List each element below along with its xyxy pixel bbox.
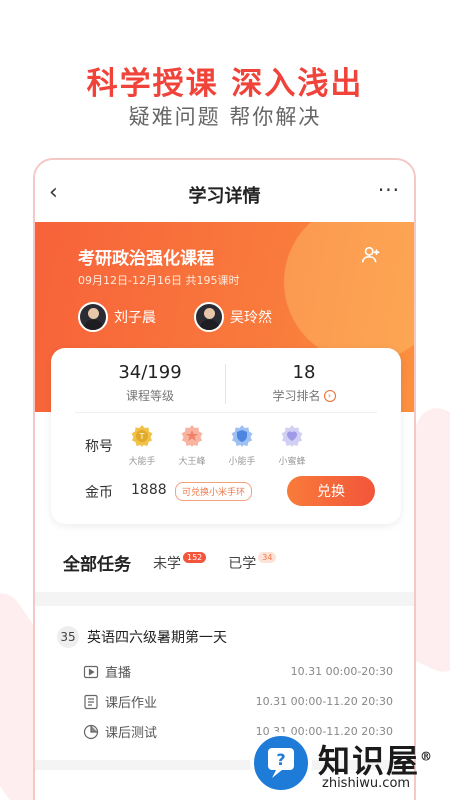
chevron-right-icon[interactable]: › [323,389,336,402]
play-icon [83,665,99,678]
learned-count-badge: 34 [258,552,277,563]
task-time: 10.31 00:00-11.20 20:30 [255,695,393,708]
titles-label: 称号 [85,439,113,455]
page-title: 学习详情 [188,186,261,207]
homework-icon [84,694,98,709]
task-name: 课后测试 [105,726,158,741]
badge-item[interactable]: 小蜜蜂 [273,424,311,467]
course-title: 考研政治强化课程 [78,249,214,269]
tab-label: 已学 [228,555,257,572]
coins-label: 金币 [85,485,113,501]
avatar [78,302,108,332]
task-time: 10.31 00:00-20:30 [290,665,393,678]
tab-all-tasks[interactable]: 全部任务 [63,550,131,575]
study-rank-stat[interactable]: 18 学习排名 › [229,362,379,404]
teacher-item[interactable]: 吴玲然 [194,302,272,332]
course-level-stat: 34/199 课程等级 [75,362,225,404]
badge-item[interactable]: T 大能手 [123,424,161,467]
course-dates: 09月12日-12月16日 共195课时 [78,274,240,287]
nav-bar: ‹ 学习详情 ··· [35,160,414,222]
day-number: 35 [57,626,79,648]
exchange-button[interactable]: 兑换 [287,476,375,506]
unlearned-count-badge: 152 [183,552,207,563]
stat-divider [225,364,226,404]
teacher-list: 刘子晨 吴玲然 [78,302,272,332]
heart-medal-icon [281,425,303,447]
section-divider [35,592,414,606]
task-tabs: 全部任务 未学 152 已学 34 [63,550,277,575]
tab-unlearned[interactable]: 未学 152 [153,552,207,573]
course-level-value: 34/199 [118,362,182,383]
watermark-logo-icon: ? [250,732,312,794]
badge-name: 大能手 [128,457,156,467]
task-item-live[interactable]: 直播 10.31 00:00-20:30 [83,662,393,681]
tab-label: 未学 [153,555,181,572]
hero-subtitle: 疑难问题 帮你解决 [128,105,322,129]
course-level-label: 课程等级 [125,389,174,403]
test-icon [83,724,99,739]
badge-list: T 大能手 大王峰 小能手 小蜜蜂 [123,424,311,467]
divider [75,412,377,413]
add-user-icon[interactable] [360,244,382,266]
avatar [194,302,224,332]
exchange-tag: 可兑换小米手环 [175,482,253,501]
hero-title: 科学授课 深入浅出 [86,66,364,102]
badge-item[interactable]: 大王峰 [173,424,211,467]
shield-medal-icon [231,425,253,447]
teacher-item[interactable]: 刘子晨 [78,302,156,332]
task-name: 直播 [105,666,132,681]
task-day-header: 35 英语四六级暑期第一天 [57,626,227,648]
coins-value: 1888 [131,482,167,498]
more-button[interactable]: ··· [378,178,400,202]
svg-text:?: ? [276,750,285,769]
teacher-name: 吴玲然 [230,310,272,326]
study-rank-label: 学习排名 [272,389,321,403]
stats-card: 34/199 课程等级 18 学习排名 › 称号 T 大能手 大王峰 小能手 小… [51,348,401,524]
task-item-homework[interactable]: 课后作业 10.31 00:00-11.20 20:30 [83,692,393,711]
teacher-name: 刘子晨 [114,310,156,326]
watermark-url: zhishiwu.com [322,776,411,791]
day-title: 英语四六级暑期第一天 [87,630,227,646]
gold-medal-icon: T [131,425,153,447]
badge-name: 大王峰 [178,457,206,467]
badge-name: 小蜜蜂 [278,457,306,467]
tab-learned[interactable]: 已学 34 [228,552,277,573]
svg-text:T: T [139,432,145,441]
badge-item[interactable]: 小能手 [223,424,261,467]
badge-name: 小能手 [228,457,256,467]
task-name: 课后作业 [105,696,158,711]
phone-frame: ‹ 学习详情 ··· 考研政治强化课程 09月12日-12月16日 共195课时… [33,158,416,800]
bronze-medal-icon [181,425,203,447]
header-decoration [284,222,414,362]
study-rank-value: 18 [292,362,316,383]
